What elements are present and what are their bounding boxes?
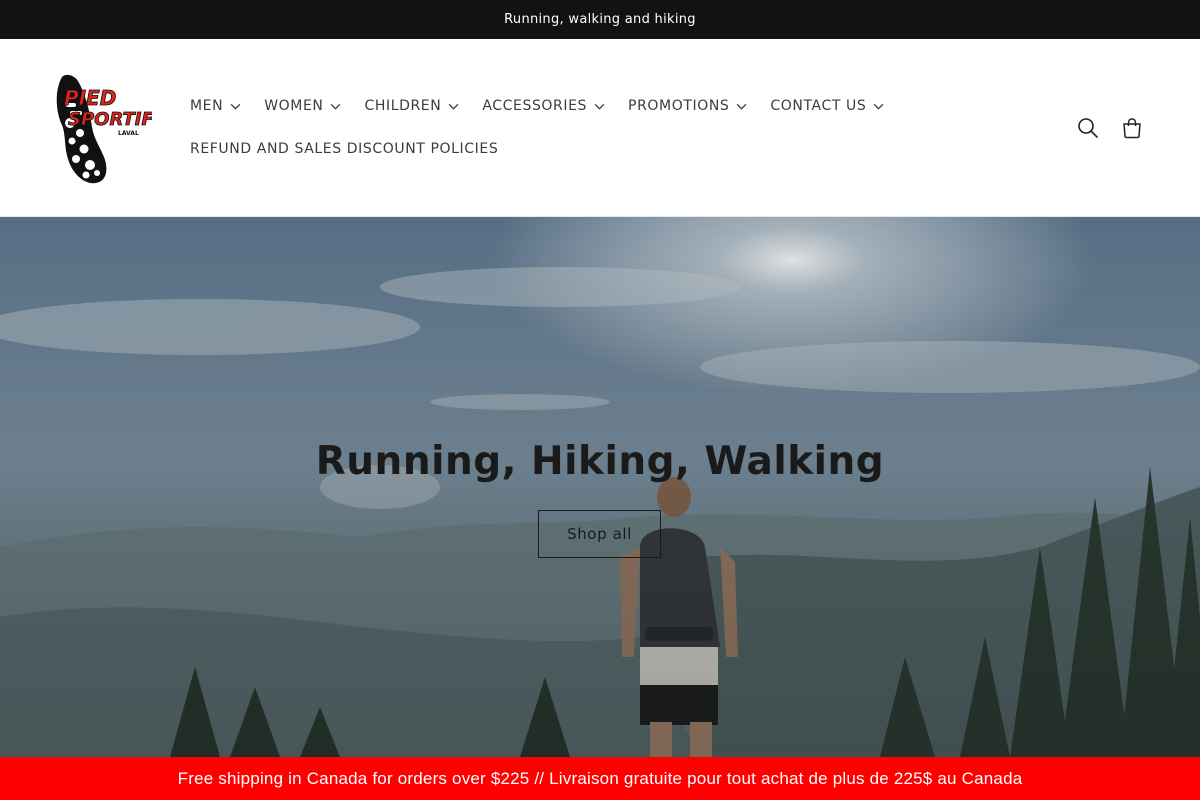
nav-item-label: CHILDREN <box>364 98 442 114</box>
nav-item-label: ACCESSORIES <box>482 98 588 114</box>
announcement-bar: Running, walking and hiking <box>0 0 1200 39</box>
chevron-down-icon <box>594 103 605 110</box>
chevron-down-icon <box>230 103 241 110</box>
chevron-down-icon <box>448 103 459 110</box>
cart-button[interactable] <box>1119 115 1145 141</box>
nav-item-label: CONTACT US <box>770 98 867 114</box>
promo-bar: Free shipping in Canada for orders over … <box>0 757 1200 800</box>
nav-item-label: PROMOTIONS <box>628 98 730 114</box>
nav-row-primary: MEN WOMEN CHILDREN ACCESSORIES PROMOTION… <box>190 91 1030 121</box>
nav-item-accessories[interactable]: ACCESSORIES <box>482 98 605 114</box>
nav-item-promotions[interactable]: PROMOTIONS <box>628 98 747 114</box>
main-navigation: MEN WOMEN CHILDREN ACCESSORIES PROMOTION… <box>190 91 1030 164</box>
hero-title: Running, Hiking, Walking <box>315 439 885 484</box>
chevron-down-icon <box>331 103 341 110</box>
nav-item-women[interactable]: WOMEN <box>264 98 341 114</box>
nav-item-label: MEN <box>190 98 224 114</box>
svg-text:PIED: PIED <box>64 86 116 110</box>
nav-item-contact-us[interactable]: CONTACT US <box>770 98 884 114</box>
hero-image <box>0 217 1200 757</box>
promo-text: Free shipping in Canada for orders over … <box>177 768 1023 788</box>
shop-all-label: Shop all <box>567 525 632 543</box>
search-icon <box>1078 118 1098 138</box>
nav-item-label: WOMEN <box>264 98 324 114</box>
svg-text:SPORTIF: SPORTIF <box>68 109 152 130</box>
nav-item-children[interactable]: CHILDREN <box>364 98 459 114</box>
chevron-down-icon <box>737 103 747 110</box>
svg-text:LAVAL: LAVAL <box>118 130 139 137</box>
nav-row-secondary: REFUND AND SALES DISCOUNT POLICIES <box>190 134 1030 164</box>
nav-item-refund-policies[interactable]: REFUND AND SALES DISCOUNT POLICIES <box>190 141 498 157</box>
logo-wordmark: PIED SPORTIF LAVAL <box>62 81 155 141</box>
site-header: PIED SPORTIF LAVAL MEN WOMEN CHILDREN AC… <box>0 39 1200 217</box>
shop-all-button[interactable]: Shop all <box>538 510 661 558</box>
nav-item-men[interactable]: MEN <box>190 98 241 114</box>
nav-item-label: REFUND AND SALES DISCOUNT POLICIES <box>190 141 499 157</box>
announcement-text: Running, walking and hiking <box>504 12 696 27</box>
hero-banner: Running, Hiking, Walking Shop all <box>0 217 1200 757</box>
search-button[interactable] <box>1075 115 1101 141</box>
cart-icon <box>1123 118 1141 139</box>
chevron-down-icon <box>874 103 884 110</box>
